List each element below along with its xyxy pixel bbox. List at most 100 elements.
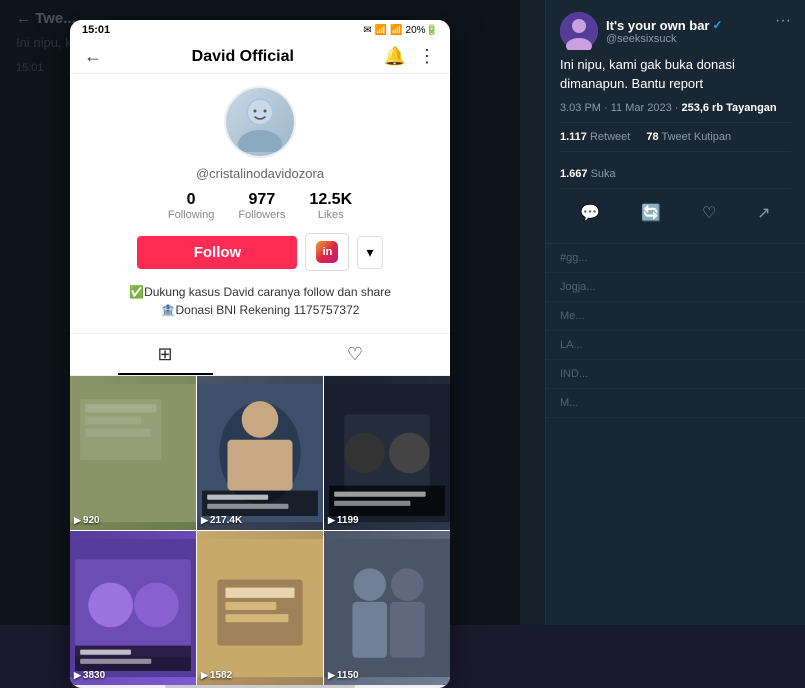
status-bar: 15:01 ✉ 📶 📶 20%🔋	[70, 20, 450, 40]
dim-text-4: LA...	[560, 339, 791, 351]
dim-text-6: M...	[560, 397, 791, 409]
reply-button[interactable]: 💬	[572, 199, 608, 227]
right-dim-5: IND...	[546, 360, 805, 389]
instagram-button[interactable]: in	[305, 233, 349, 271]
right-dim-4: LA...	[546, 331, 805, 360]
video-thumb-5[interactable]: ▶ 1582	[197, 531, 323, 685]
tweet-text: Ini nipu, kami gak buka donasi dimanapun…	[560, 56, 791, 94]
followers-count: 977	[249, 191, 276, 209]
tweet-time: 3.03 PM · 11 Mar 2023	[560, 102, 672, 114]
video-thumb-2[interactable]: ▶ 217.4K	[197, 376, 323, 530]
bell-icon[interactable]: 🔔	[384, 46, 406, 67]
dropdown-button[interactable]: ▾	[357, 236, 382, 269]
heart-icon: ♡	[347, 344, 363, 365]
follow-button[interactable]: Follow	[137, 236, 297, 269]
count-text-3: 1199	[337, 515, 359, 526]
tiktok-modal: 15:01 ✉ 📶 📶 20%🔋 ← David Official 🔔 ⋮	[70, 20, 450, 688]
tweet-card: It's your own bar ✓ @seeksixsuck ··· Ini…	[546, 0, 805, 244]
dim-text-3: Me...	[560, 310, 791, 322]
retweet-button[interactable]: 🔄	[633, 199, 669, 227]
tweet-author-info: It's your own bar ✓ @seeksixsuck	[560, 12, 723, 50]
likes-label: Likes	[318, 209, 344, 221]
play-icon-4: ▶	[74, 670, 81, 681]
retweet-label-text: Retweet	[590, 131, 630, 143]
tweet-name-text: It's your own bar	[606, 18, 710, 33]
count-text-5: 1582	[210, 670, 232, 681]
video-count-2: ▶ 217.4K	[201, 515, 242, 526]
right-dim-6: M...	[546, 389, 805, 418]
retweet-count: 1.117	[560, 131, 587, 143]
tab-videos[interactable]: ⊞	[70, 334, 260, 375]
tiktok-header: ← David Official 🔔 ⋮	[70, 40, 450, 74]
thumb-6-bg	[324, 531, 450, 685]
quote-stat: 78 Tweet Kutipan	[646, 131, 731, 143]
retweet-stat: 1.117 Retweet	[560, 131, 630, 143]
likes-count: 12.5K	[309, 191, 352, 209]
profile-username: @cristalinodavidozora	[196, 166, 324, 181]
play-icon-5: ▶	[201, 670, 208, 681]
right-dim-1: #gg...	[546, 244, 805, 273]
status-icons: ✉ 📶 📶 20%🔋	[363, 25, 438, 36]
header-actions: 🔔 ⋮	[384, 46, 436, 67]
video-thumb-4[interactable]: ▶ 3830	[70, 531, 196, 685]
play-icon-2: ▶	[201, 515, 208, 526]
instagram-icon: in	[316, 241, 338, 263]
tweet-name-block: It's your own bar ✓ @seeksixsuck	[606, 18, 723, 45]
tweet-views: 253,6 rb Tayangan	[681, 102, 776, 114]
followers-stat: 977 Followers	[238, 191, 285, 221]
video-thumb-3[interactable]: ▶ 1199	[324, 376, 450, 530]
tab-liked[interactable]: ♡	[260, 334, 450, 375]
play-icon-3: ▶	[328, 515, 335, 526]
status-icon-signal: 📶	[390, 25, 402, 36]
following-label: Following	[168, 209, 214, 221]
bio-line-1: ✅Dukung kasus David caranya follow dan s…	[94, 283, 426, 301]
tweet-meta: 3.03 PM · 11 Mar 2023 · 253,6 rb Tayanga…	[560, 102, 791, 114]
likes-label-text: Suka	[591, 168, 616, 180]
insta-letter: in	[323, 246, 333, 258]
play-icon-6: ▶	[328, 670, 335, 681]
share-button[interactable]: ↗	[749, 199, 778, 227]
profile-stats: 0 Following 977 Followers 12.5K Likes	[168, 191, 352, 221]
thumb-3-bg	[324, 376, 450, 530]
tweet-stats-row: 1.117 Retweet 78 Tweet Kutipan	[560, 122, 791, 152]
tweet-more-button[interactable]: ···	[775, 12, 791, 30]
bio-line-2: 🏦Donasi BNI Rekening 1175757372	[94, 301, 426, 319]
count-text-1: 920	[83, 515, 100, 526]
battery-text: 20%🔋	[406, 25, 438, 36]
more-options-icon[interactable]: ⋮	[418, 46, 436, 67]
followers-label: Followers	[238, 209, 285, 221]
avatar-image	[226, 88, 294, 156]
profile-bio: ✅Dukung kasus David caranya follow dan s…	[86, 283, 434, 319]
dim-text-2: Jogja...	[560, 281, 791, 293]
modal-overlay: 15:01 ✉ 📶 📶 20%🔋 ← David Official 🔔 ⋮	[0, 0, 520, 625]
video-count-3: ▶ 1199	[328, 515, 359, 526]
following-count: 0	[187, 191, 196, 209]
dim-text-5: IND...	[560, 368, 791, 380]
profile-buttons: Follow in ▾	[86, 233, 434, 271]
right-twitter-panel: It's your own bar ✓ @seeksixsuck ··· Ini…	[545, 0, 805, 625]
quote-label: Tweet Kutipan	[661, 131, 731, 143]
profile-section: @cristalinodavidozora 0 Following 977 Fo…	[70, 74, 450, 333]
avatar	[224, 86, 296, 158]
tweet-author-row: It's your own bar ✓ @seeksixsuck ···	[560, 12, 791, 50]
likes-stat: 12.5K Likes	[309, 191, 352, 221]
likes-text: 1.667 Suka	[560, 168, 616, 180]
tweet-handle: @seeksixsuck	[606, 33, 723, 45]
back-button[interactable]: ←	[84, 46, 102, 67]
video-grid: ▶ 920 ▶ 217.4K	[70, 376, 450, 685]
video-count-1: ▶ 920	[74, 515, 100, 526]
video-thumb-1[interactable]: ▶ 920	[70, 376, 196, 530]
tweet-avatar-svg	[560, 12, 598, 50]
avatar-svg	[230, 92, 290, 152]
thumb-2-bg	[197, 376, 323, 530]
dim-text-1: #gg...	[560, 252, 791, 264]
thumb-5-bg	[197, 531, 323, 685]
quote-count: 78	[646, 131, 658, 143]
likes-count: 1.667	[560, 168, 588, 180]
count-text-6: 1150	[337, 670, 359, 681]
like-button[interactable]: ♡	[694, 199, 724, 227]
avatar-container	[224, 86, 296, 158]
video-thumb-6[interactable]: ▶ 1150	[324, 531, 450, 685]
video-count-5: ▶ 1582	[201, 670, 232, 681]
video-count-6: ▶ 1150	[328, 670, 359, 681]
